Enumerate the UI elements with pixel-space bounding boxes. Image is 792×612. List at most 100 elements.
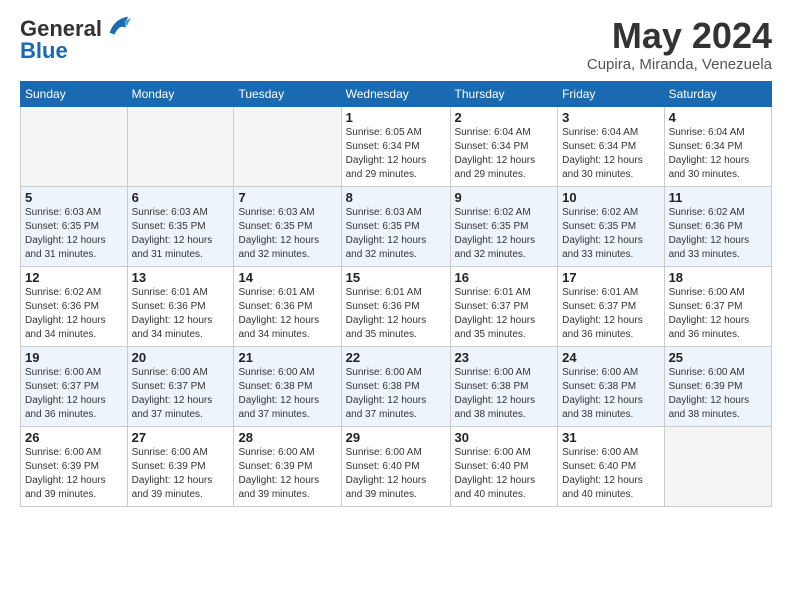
day-number: 4: [669, 110, 767, 125]
calendar-cell: 7Sunrise: 6:03 AM Sunset: 6:35 PM Daylig…: [234, 186, 341, 266]
day-info: Sunrise: 6:00 AM Sunset: 6:39 PM Dayligh…: [238, 446, 336, 502]
weekday-header-monday: Monday: [127, 81, 234, 106]
week-row-3: 12Sunrise: 6:02 AM Sunset: 6:36 PM Dayli…: [21, 266, 772, 346]
day-number: 7: [238, 190, 336, 205]
page: General Blue May 2024 Cupira, Miranda, V…: [0, 0, 792, 612]
calendar-cell: 31Sunrise: 6:00 AM Sunset: 6:40 PM Dayli…: [558, 426, 664, 506]
calendar-cell: 6Sunrise: 6:03 AM Sunset: 6:35 PM Daylig…: [127, 186, 234, 266]
day-info: Sunrise: 6:03 AM Sunset: 6:35 PM Dayligh…: [25, 206, 123, 262]
calendar-cell: 23Sunrise: 6:00 AM Sunset: 6:38 PM Dayli…: [450, 346, 558, 426]
day-number: 12: [25, 270, 123, 285]
day-info: Sunrise: 6:00 AM Sunset: 6:38 PM Dayligh…: [238, 366, 336, 422]
day-number: 10: [562, 190, 659, 205]
day-number: 20: [132, 350, 230, 365]
day-number: 27: [132, 430, 230, 445]
calendar-cell: 14Sunrise: 6:01 AM Sunset: 6:36 PM Dayli…: [234, 266, 341, 346]
day-number: 17: [562, 270, 659, 285]
weekday-header-wednesday: Wednesday: [341, 81, 450, 106]
day-number: 8: [346, 190, 446, 205]
title-area: May 2024 Cupira, Miranda, Venezuela: [587, 16, 772, 73]
day-info: Sunrise: 6:00 AM Sunset: 6:40 PM Dayligh…: [455, 446, 554, 502]
calendar-cell: [234, 106, 341, 186]
day-number: 31: [562, 430, 659, 445]
day-info: Sunrise: 6:01 AM Sunset: 6:36 PM Dayligh…: [238, 286, 336, 342]
day-number: 28: [238, 430, 336, 445]
day-number: 5: [25, 190, 123, 205]
calendar-cell: 13Sunrise: 6:01 AM Sunset: 6:36 PM Dayli…: [127, 266, 234, 346]
day-number: 25: [669, 350, 767, 365]
weekday-header-tuesday: Tuesday: [234, 81, 341, 106]
header: General Blue May 2024 Cupira, Miranda, V…: [20, 16, 772, 73]
day-info: Sunrise: 6:01 AM Sunset: 6:36 PM Dayligh…: [132, 286, 230, 342]
calendar-cell: 2Sunrise: 6:04 AM Sunset: 6:34 PM Daylig…: [450, 106, 558, 186]
day-info: Sunrise: 6:00 AM Sunset: 6:38 PM Dayligh…: [562, 366, 659, 422]
day-info: Sunrise: 6:00 AM Sunset: 6:40 PM Dayligh…: [346, 446, 446, 502]
day-number: 1: [346, 110, 446, 125]
calendar-cell: 4Sunrise: 6:04 AM Sunset: 6:34 PM Daylig…: [664, 106, 771, 186]
calendar-cell: 28Sunrise: 6:00 AM Sunset: 6:39 PM Dayli…: [234, 426, 341, 506]
calendar-cell: 9Sunrise: 6:02 AM Sunset: 6:35 PM Daylig…: [450, 186, 558, 266]
calendar-cell: 25Sunrise: 6:00 AM Sunset: 6:39 PM Dayli…: [664, 346, 771, 426]
week-row-2: 5Sunrise: 6:03 AM Sunset: 6:35 PM Daylig…: [21, 186, 772, 266]
week-row-1: 1Sunrise: 6:05 AM Sunset: 6:34 PM Daylig…: [21, 106, 772, 186]
calendar-cell: [127, 106, 234, 186]
day-info: Sunrise: 6:00 AM Sunset: 6:38 PM Dayligh…: [346, 366, 446, 422]
calendar-cell: 21Sunrise: 6:00 AM Sunset: 6:38 PM Dayli…: [234, 346, 341, 426]
calendar-cell: 5Sunrise: 6:03 AM Sunset: 6:35 PM Daylig…: [21, 186, 128, 266]
day-number: 14: [238, 270, 336, 285]
day-info: Sunrise: 6:03 AM Sunset: 6:35 PM Dayligh…: [238, 206, 336, 262]
day-info: Sunrise: 6:01 AM Sunset: 6:37 PM Dayligh…: [455, 286, 554, 342]
calendar-cell: 11Sunrise: 6:02 AM Sunset: 6:36 PM Dayli…: [664, 186, 771, 266]
day-number: 11: [669, 190, 767, 205]
calendar-cell: 29Sunrise: 6:00 AM Sunset: 6:40 PM Dayli…: [341, 426, 450, 506]
day-info: Sunrise: 6:01 AM Sunset: 6:36 PM Dayligh…: [346, 286, 446, 342]
day-info: Sunrise: 6:02 AM Sunset: 6:35 PM Dayligh…: [455, 206, 554, 262]
day-info: Sunrise: 6:04 AM Sunset: 6:34 PM Dayligh…: [455, 126, 554, 182]
day-number: 21: [238, 350, 336, 365]
day-info: Sunrise: 6:00 AM Sunset: 6:37 PM Dayligh…: [132, 366, 230, 422]
calendar-cell: [21, 106, 128, 186]
day-number: 23: [455, 350, 554, 365]
day-info: Sunrise: 6:02 AM Sunset: 6:36 PM Dayligh…: [25, 286, 123, 342]
weekday-header-saturday: Saturday: [664, 81, 771, 106]
day-info: Sunrise: 6:00 AM Sunset: 6:39 PM Dayligh…: [132, 446, 230, 502]
day-info: Sunrise: 6:00 AM Sunset: 6:39 PM Dayligh…: [669, 366, 767, 422]
location: Cupira, Miranda, Venezuela: [587, 56, 772, 73]
day-info: Sunrise: 6:00 AM Sunset: 6:40 PM Dayligh…: [562, 446, 659, 502]
day-info: Sunrise: 6:00 AM Sunset: 6:37 PM Dayligh…: [25, 366, 123, 422]
calendar-cell: 18Sunrise: 6:00 AM Sunset: 6:37 PM Dayli…: [664, 266, 771, 346]
day-info: Sunrise: 6:03 AM Sunset: 6:35 PM Dayligh…: [132, 206, 230, 262]
calendar-cell: 24Sunrise: 6:00 AM Sunset: 6:38 PM Dayli…: [558, 346, 664, 426]
calendar-cell: 3Sunrise: 6:04 AM Sunset: 6:34 PM Daylig…: [558, 106, 664, 186]
calendar-cell: 8Sunrise: 6:03 AM Sunset: 6:35 PM Daylig…: [341, 186, 450, 266]
calendar-cell: 16Sunrise: 6:01 AM Sunset: 6:37 PM Dayli…: [450, 266, 558, 346]
day-number: 2: [455, 110, 554, 125]
calendar-cell: 10Sunrise: 6:02 AM Sunset: 6:35 PM Dayli…: [558, 186, 664, 266]
calendar-cell: [664, 426, 771, 506]
week-row-4: 19Sunrise: 6:00 AM Sunset: 6:37 PM Dayli…: [21, 346, 772, 426]
calendar-table: SundayMondayTuesdayWednesdayThursdayFrid…: [20, 81, 772, 507]
month-title: May 2024: [587, 16, 772, 56]
day-number: 16: [455, 270, 554, 285]
weekday-header-row: SundayMondayTuesdayWednesdayThursdayFrid…: [21, 81, 772, 106]
day-number: 3: [562, 110, 659, 125]
calendar-cell: 30Sunrise: 6:00 AM Sunset: 6:40 PM Dayli…: [450, 426, 558, 506]
calendar-cell: 17Sunrise: 6:01 AM Sunset: 6:37 PM Dayli…: [558, 266, 664, 346]
logo: General Blue: [20, 16, 133, 64]
day-number: 18: [669, 270, 767, 285]
calendar-cell: 15Sunrise: 6:01 AM Sunset: 6:36 PM Dayli…: [341, 266, 450, 346]
calendar-cell: 20Sunrise: 6:00 AM Sunset: 6:37 PM Dayli…: [127, 346, 234, 426]
day-number: 19: [25, 350, 123, 365]
day-number: 22: [346, 350, 446, 365]
calendar-cell: 19Sunrise: 6:00 AM Sunset: 6:37 PM Dayli…: [21, 346, 128, 426]
day-info: Sunrise: 6:00 AM Sunset: 6:37 PM Dayligh…: [669, 286, 767, 342]
day-number: 26: [25, 430, 123, 445]
weekday-header-sunday: Sunday: [21, 81, 128, 106]
day-info: Sunrise: 6:05 AM Sunset: 6:34 PM Dayligh…: [346, 126, 446, 182]
day-number: 9: [455, 190, 554, 205]
day-number: 24: [562, 350, 659, 365]
day-info: Sunrise: 6:03 AM Sunset: 6:35 PM Dayligh…: [346, 206, 446, 262]
day-info: Sunrise: 6:01 AM Sunset: 6:37 PM Dayligh…: [562, 286, 659, 342]
day-info: Sunrise: 6:02 AM Sunset: 6:35 PM Dayligh…: [562, 206, 659, 262]
weekday-header-friday: Friday: [558, 81, 664, 106]
